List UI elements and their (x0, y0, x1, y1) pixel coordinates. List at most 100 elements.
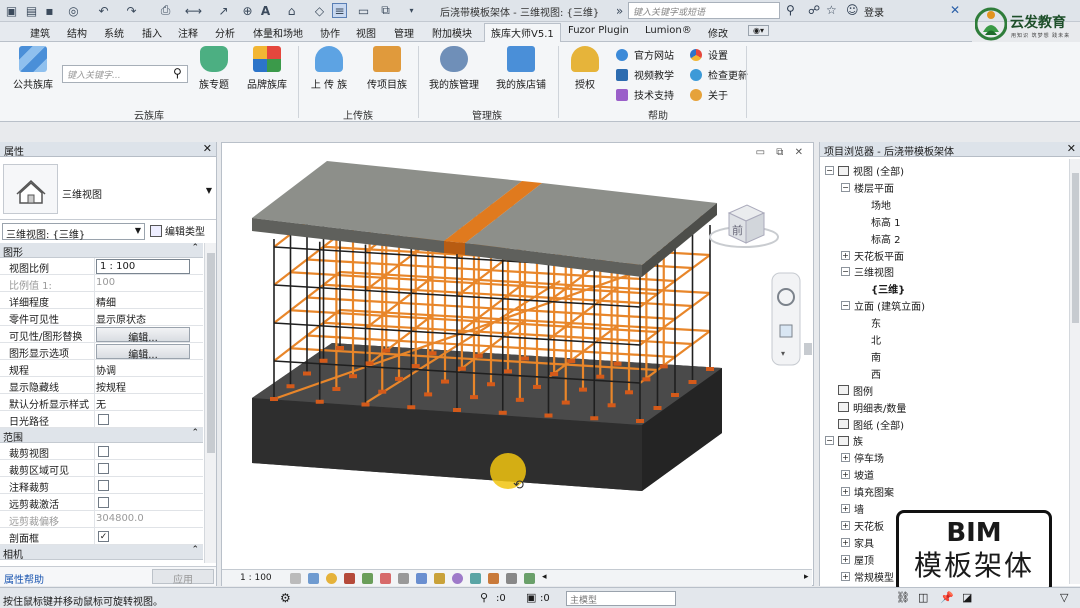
browser-node[interactable]: 南 (857, 349, 881, 364)
thin-lines-icon[interactable]: ≡ (332, 3, 347, 18)
close-icon[interactable]: ✕ (1067, 142, 1076, 155)
collapse-icon[interactable]: ⌃ (191, 243, 199, 253)
dimension-icon[interactable]: ↗ (216, 3, 231, 18)
scaffold-3d-scene[interactable]: ⟲ 前 ▾ (222, 143, 812, 569)
select-underlay-icon[interactable]: ◫ (918, 591, 928, 604)
property-group[interactable]: 相机 ⌃ (0, 545, 203, 561)
measure-icon[interactable]: ⟷ (185, 3, 202, 18)
close-icon[interactable]: ✕ (203, 142, 212, 155)
redo-icon[interactable]: ↷ (124, 3, 139, 18)
tab-manage[interactable]: 管理 (394, 25, 414, 40)
expand-icon[interactable]: + (841, 250, 850, 260)
print-icon[interactable]: ⎙ (158, 3, 173, 18)
browser-node[interactable]: + 常规模型 (841, 569, 894, 584)
collapse-icon[interactable]: − (841, 267, 850, 277)
tab-analyze[interactable]: 分析 (215, 25, 235, 40)
edit-type-button[interactable]: 编辑类型 (150, 223, 205, 238)
search-icon[interactable]: ⚲ (173, 66, 182, 80)
save-icon[interactable]: ▪ (42, 3, 57, 18)
about-button[interactable]: 关于 (690, 87, 728, 102)
worksets-icon[interactable]: ⚙ (280, 591, 291, 605)
property-checkbox[interactable] (98, 497, 109, 508)
nav-dropdown-icon[interactable]: ▾ (781, 349, 785, 358)
worksharing-icon[interactable] (470, 573, 481, 584)
property-checkbox[interactable] (98, 480, 109, 491)
switch-windows-icon[interactable]: ⧉ (378, 3, 393, 18)
property-value[interactable]: 按规程 (96, 379, 126, 394)
design-options-icon[interactable]: ▣ (526, 591, 536, 604)
settings-button[interactable]: 设置 (690, 47, 728, 62)
property-value[interactable]: 精细 (96, 294, 116, 309)
browser-node[interactable]: − 三维视图 (841, 264, 894, 279)
browser-node[interactable]: + 屋顶 (841, 552, 874, 567)
expand-icon[interactable]: + (841, 554, 850, 564)
sun-path-icon[interactable] (326, 573, 337, 584)
close-hidden-icon[interactable]: ▭ (356, 3, 371, 18)
tab-family-library[interactable]: 族库大师V5.1 (484, 23, 561, 42)
binoculars-icon[interactable]: ⚲ (786, 3, 795, 17)
app-menu-icon[interactable]: ▣ (4, 3, 19, 18)
official-website-button[interactable]: 官方网站 (616, 47, 674, 62)
browser-node[interactable]: 场地 (857, 197, 891, 212)
browser-node[interactable]: 东 (857, 315, 881, 330)
highlight-displacement-icon[interactable] (506, 573, 517, 584)
properties-scrollbar[interactable] (204, 243, 216, 563)
property-checkbox[interactable] (98, 446, 109, 457)
scrollbar-thumb[interactable] (207, 253, 215, 453)
tab-systems[interactable]: 系统 (104, 25, 124, 40)
browser-node[interactable]: 图例 (825, 383, 873, 398)
qat-dropdown-icon[interactable]: ▾ (404, 3, 419, 18)
select-by-face-icon[interactable]: ◪ (962, 591, 972, 604)
family-search-input[interactable]: 键入关键字... (62, 65, 188, 83)
tech-support-button[interactable]: 技术支持 (616, 87, 674, 102)
property-checkbox[interactable] (98, 463, 109, 474)
shadows-icon[interactable] (344, 573, 355, 584)
tab-fuzor-plugin[interactable]: Fuzor Plugin (568, 25, 629, 36)
text-icon[interactable]: A (258, 3, 273, 18)
favorites-icon[interactable]: ☆ (826, 3, 837, 17)
property-value-input[interactable]: 1 : 100 (96, 259, 190, 274)
tab-lumion[interactable]: Lumion® (645, 25, 692, 36)
property-value[interactable]: 无 (96, 396, 106, 411)
property-checkbox[interactable] (98, 414, 109, 425)
help-search-input[interactable]: 键入关键字或短语 (628, 2, 780, 19)
scroll-right-icon[interactable]: ▸ (804, 572, 809, 582)
property-group[interactable]: 图形 ⌃ (0, 243, 203, 259)
family-topics-button[interactable]: 族专题 (196, 46, 232, 91)
select-links-icon[interactable]: ⛓ (896, 591, 910, 604)
expand-icon[interactable]: + (841, 453, 850, 463)
check-update-button[interactable]: 检查更新 (690, 67, 748, 82)
browser-node[interactable]: 北 (857, 332, 881, 347)
property-value[interactable]: 协调 (96, 362, 116, 377)
tab-addins[interactable]: 附加模块 (432, 25, 472, 40)
property-value[interactable]: 显示原状态 (96, 311, 146, 326)
upload-project-family-button[interactable]: 传项目族 (364, 46, 410, 91)
browser-node[interactable]: − 楼层平面 (841, 180, 894, 195)
browser-node[interactable]: {三维} (857, 281, 905, 296)
properties-help-link[interactable]: 属性帮助 (4, 571, 44, 586)
show-crop-icon[interactable] (398, 573, 409, 584)
brand-library-button[interactable]: 品牌族库 (245, 46, 289, 91)
browser-node[interactable]: 明细表/数量 (825, 400, 906, 415)
user-icon[interactable]: ☺ (846, 3, 859, 17)
3d-view-icon[interactable]: ⌂ (284, 3, 299, 18)
collapse-icon[interactable]: − (825, 436, 834, 446)
apply-button[interactable]: 应用 (152, 569, 214, 586)
expand-icon[interactable]: + (841, 487, 850, 497)
tab-annotate[interactable]: 注释 (178, 25, 198, 40)
3d-viewport[interactable]: ▭ ⧉ ✕ ⟲ 前 ▾ 1: 100 ◂ ▸ (221, 142, 814, 586)
tab-view[interactable]: 视图 (356, 25, 376, 40)
editable-model-select[interactable]: 主模型 (566, 591, 676, 606)
browser-node[interactable]: 标高 1 (857, 214, 901, 229)
forward-arrows-icon[interactable]: » (612, 3, 627, 18)
filter-icon[interactable]: ⚲ (480, 591, 488, 604)
collapse-icon[interactable]: ⌃ (191, 428, 199, 438)
section-icon[interactable]: ◇ (312, 3, 327, 18)
property-group[interactable]: 范围 ⌃ (0, 428, 203, 444)
browser-node[interactable]: + 停车场 (841, 450, 884, 465)
panel-toggle-icon[interactable]: ◉▾ (748, 25, 769, 36)
browser-node[interactable]: + 墙 (841, 501, 864, 516)
my-family-manage-button[interactable]: 我的族管理 (426, 46, 482, 91)
browser-node[interactable]: + 坡道 (841, 467, 874, 482)
zoom-icon[interactable] (779, 324, 793, 338)
